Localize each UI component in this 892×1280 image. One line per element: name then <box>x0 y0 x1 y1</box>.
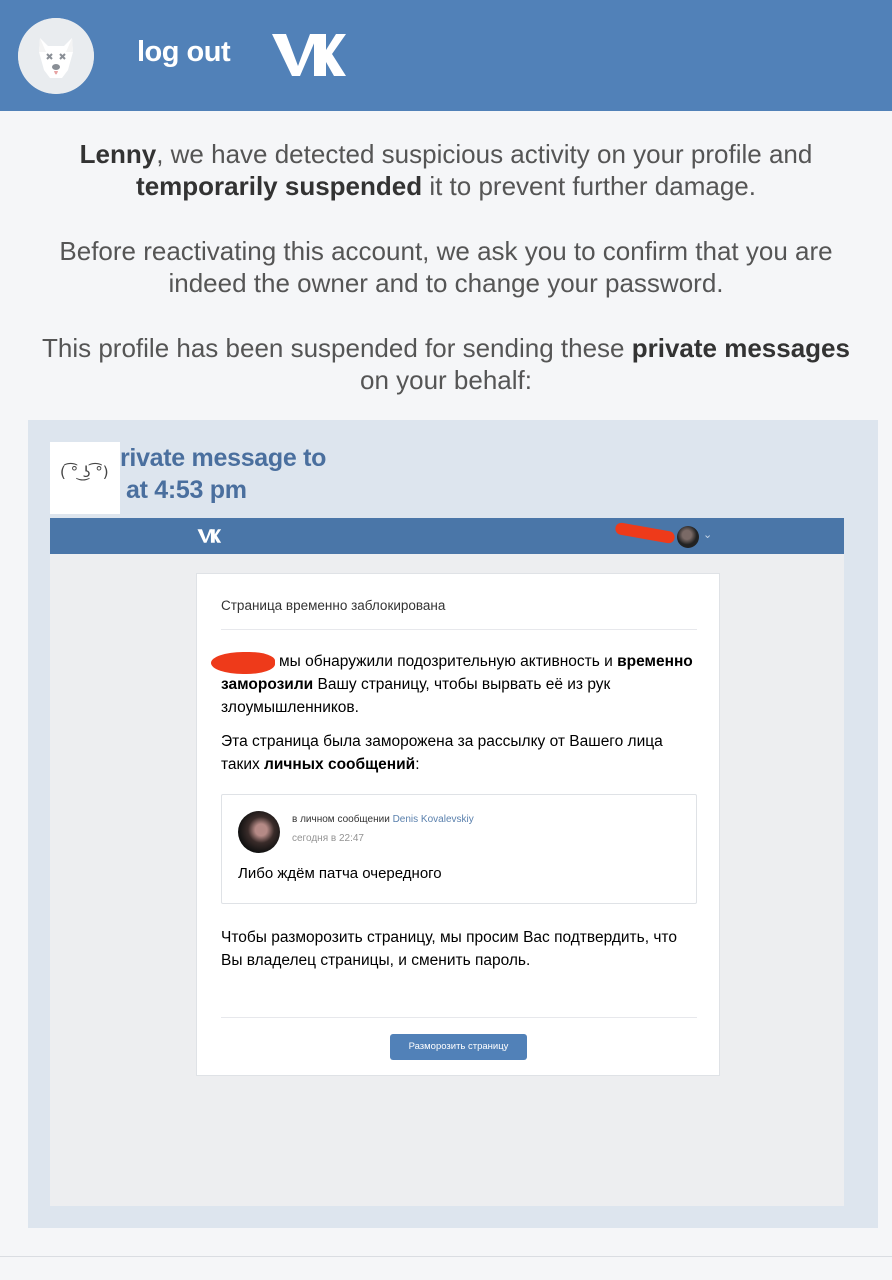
message-panel: ( ͡° ͜ʖ ͡°) rivate message to at 4:53 pm… <box>28 420 878 1228</box>
divider <box>0 1256 892 1257</box>
avatar <box>238 811 280 853</box>
notice-paragraph-2: Before reactivating this account, we ask… <box>59 236 833 298</box>
lenny-face-icon: ( ͡° ͜ʖ ͡°) <box>60 463 109 481</box>
chevron-down-icon: ⌄ <box>703 529 713 541</box>
message-time: at 4:53 pm <box>126 476 247 504</box>
notice-paragraph-3: This profile has been suspended for send… <box>42 333 850 395</box>
divider <box>221 1017 697 1018</box>
user-name: Lenny <box>79 139 157 169</box>
quoted-message: в личном сообщении Denis Kovalevskiy сег… <box>221 794 697 904</box>
vk-logo-icon <box>197 529 222 543</box>
redaction-scribble <box>211 652 275 674</box>
sender-link[interactable]: Denis Kovalevskiy <box>393 814 474 825</box>
notice-paragraph-1: Lenny, we have detected suspicious activ… <box>79 139 813 201</box>
message-header: ( ͡° ͜ʖ ͡°) rivate message to at 4:53 pm <box>50 442 450 514</box>
logout-link[interactable]: log out <box>137 36 231 69</box>
blocked-page-card: Страница временно заблокирована мы обнар… <box>196 573 720 1076</box>
lenny-avatar: ( ͡° ͜ʖ ͡°) <box>50 442 120 514</box>
quoted-message-meta: в личном сообщении Denis Kovalevskiy <box>292 814 474 825</box>
divider <box>221 629 697 630</box>
quoted-message-time: сегодня в 22:47 <box>292 833 364 844</box>
card-paragraph-2: Эта страница была заморожена за рассылку… <box>221 733 663 773</box>
dog-skull-icon <box>18 18 94 94</box>
redaction-scribble <box>614 521 676 545</box>
embedded-vk-header: ⌄ <box>50 518 844 554</box>
card-title: Страница временно заблокирована <box>221 598 446 613</box>
quoted-message-text: Либо ждём патча очередного <box>238 865 442 882</box>
unfreeze-page-button[interactable]: Разморозить страницу <box>390 1034 527 1060</box>
top-bar: log out <box>0 0 892 111</box>
vk-logo-icon <box>272 34 346 76</box>
avatar <box>677 526 699 548</box>
message-title[interactable]: rivate message to <box>120 444 326 473</box>
suspension-notice: Lenny, we have detected suspicious activ… <box>0 138 892 429</box>
card-paragraph-3: Чтобы разморозить страницу, мы просим Ва… <box>221 929 677 969</box>
embedded-screenshot: ⌄ Страница временно заблокирована мы обн… <box>50 518 844 1206</box>
card-paragraph-1: мы обнаружили подозрительную активность … <box>221 653 693 716</box>
